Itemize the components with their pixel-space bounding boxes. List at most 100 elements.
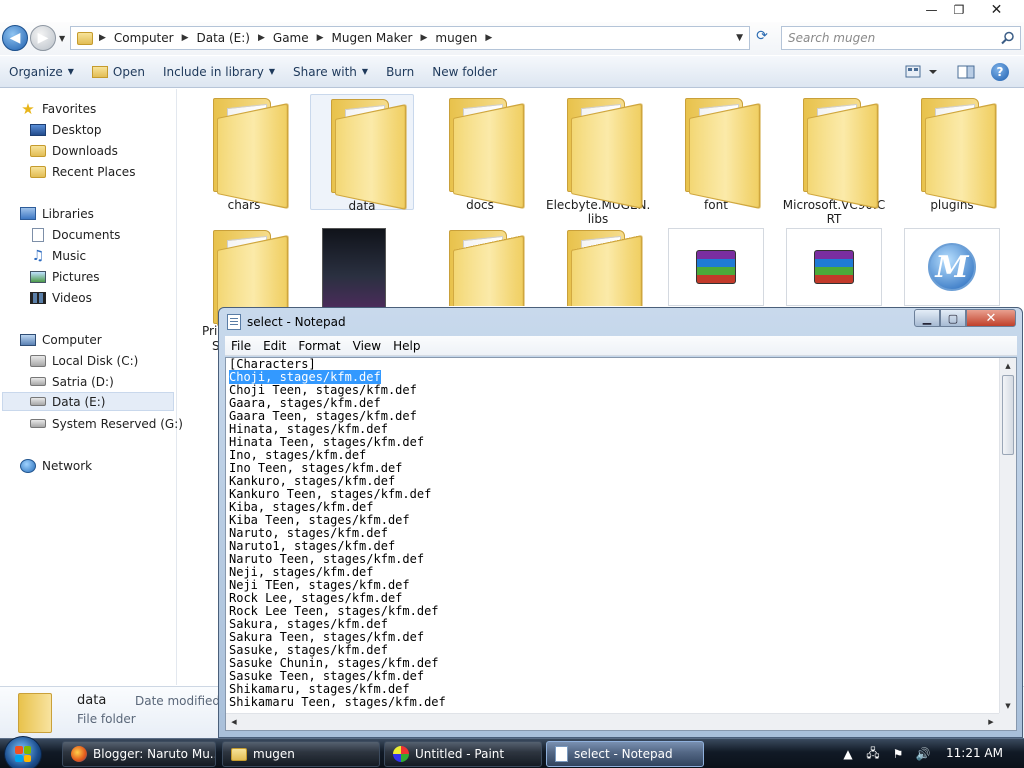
preview-pane-button[interactable] xyxy=(956,62,976,82)
notepad-text[interactable]: [Characters] Choji, stages/kfm.def Choji T… xyxy=(229,358,446,709)
notepad-maximize-button[interactable]: ▢ xyxy=(940,309,966,327)
folder-docs[interactable]: docs xyxy=(428,94,532,212)
breadcrumb-mugen-maker[interactable]: Mugen Maker xyxy=(332,31,413,45)
folder-plugins[interactable]: plugins xyxy=(900,94,1004,212)
scroll-left-icon[interactable]: ◀ xyxy=(226,714,242,730)
taskbar-button-blogger[interactable]: Blogger: Naruto Mu... xyxy=(62,741,216,767)
folder-chars[interactable]: chars xyxy=(192,94,296,212)
menu-file[interactable]: File xyxy=(225,339,257,353)
breadcrumb-data-e[interactable]: Data (E:) xyxy=(197,31,250,45)
nav-satria-d[interactable]: Satria (D:) xyxy=(30,372,114,391)
chevron-right-icon[interactable]: ▶ xyxy=(485,33,492,43)
notepad-titlebar[interactable]: select - Notepad xyxy=(227,312,346,332)
nav-downloads[interactable]: Downloads xyxy=(30,141,118,160)
start-button[interactable] xyxy=(4,736,42,768)
mugen-exe[interactable]: M xyxy=(904,228,1000,306)
scroll-down-icon[interactable]: ▼ xyxy=(1000,698,1016,714)
clock[interactable]: 11:21 AM xyxy=(946,746,1003,760)
breadcrumb-game[interactable]: Game xyxy=(273,31,309,45)
folder-data[interactable]: data xyxy=(310,94,414,213)
menu-format[interactable]: Format xyxy=(292,339,346,353)
rar-archive-2[interactable] xyxy=(786,228,882,306)
share-with-button[interactable]: Share with ▼ xyxy=(284,56,377,88)
folder-partial-label-1: Pri xyxy=(202,324,218,338)
nav-music[interactable]: ♫ Music xyxy=(30,246,86,265)
nav-pictures[interactable]: Pictures xyxy=(30,267,100,286)
size-grip[interactable] xyxy=(999,713,1016,730)
burn-button[interactable]: Burn xyxy=(377,56,423,88)
chevron-right-icon[interactable]: ▶ xyxy=(182,33,189,43)
folder-elecbyte-mugen-libs[interactable]: Elecbyte.MUGEN. libs xyxy=(546,94,650,226)
menu-view[interactable]: View xyxy=(347,339,387,353)
nav-network[interactable]: Network xyxy=(20,456,92,475)
nav-libraries[interactable]: Libraries xyxy=(20,204,94,223)
text-line-content: Choji Teen, stages/kfm.def xyxy=(229,383,417,397)
drive-icon xyxy=(30,377,46,386)
explorer-titlebar[interactable]: — ❐ ✕ xyxy=(0,0,1024,22)
windows-drive-icon xyxy=(30,354,46,367)
chevron-right-icon[interactable]: ▶ xyxy=(317,33,324,43)
nav-system-reserved-g[interactable]: System Reserved (G:) xyxy=(30,414,183,433)
nav-favorites[interactable]: ★ Favorites xyxy=(20,99,96,118)
explorer-minimize-button[interactable]: — xyxy=(918,0,945,19)
nav-data-e[interactable]: Data (E:) xyxy=(2,392,174,411)
explorer-close-button[interactable]: ✕ xyxy=(973,0,1020,19)
change-view-button[interactable] xyxy=(902,62,942,82)
recent-pages-dropdown[interactable]: ▼ xyxy=(59,34,65,43)
show-hidden-icons-icon[interactable]: ▲ xyxy=(840,746,856,762)
text-line-content: Sasuke Teen, stages/kfm.def xyxy=(229,669,425,683)
taskbar-button-mugen[interactable]: mugen xyxy=(222,741,380,767)
network-tray-icon[interactable]: 🖧 xyxy=(865,746,881,762)
chevron-right-icon[interactable]: ▶ xyxy=(258,33,265,43)
scroll-right-icon[interactable]: ▶ xyxy=(983,714,999,730)
menu-help[interactable]: Help xyxy=(387,339,426,353)
breadcrumb-mugen[interactable]: mugen xyxy=(435,31,477,45)
help-button[interactable]: ? xyxy=(990,62,1010,82)
rar-archive-1[interactable] xyxy=(668,228,764,306)
folder-partial-4[interactable] xyxy=(546,226,650,306)
folder-partial-3[interactable] xyxy=(428,226,532,306)
refresh-button[interactable]: ⟳ xyxy=(752,28,772,48)
notepad-text-area[interactable]: [Characters] Choji, stages/kfm.def Choji T… xyxy=(225,357,1017,731)
vertical-scrollbar[interactable]: ▲ ▼ xyxy=(999,358,1016,714)
menu-edit[interactable]: Edit xyxy=(257,339,292,353)
chevron-right-icon[interactable]: ▶ xyxy=(420,33,427,43)
volume-icon[interactable]: 🔊 xyxy=(915,746,931,762)
back-button[interactable]: ◀ xyxy=(2,25,28,51)
nav-recent-places[interactable]: Recent Places xyxy=(30,162,135,181)
forward-button[interactable]: ▶ xyxy=(30,25,56,51)
image-thumbnail[interactable] xyxy=(322,228,386,308)
nav-local-disk-c[interactable]: Local Disk (C:) xyxy=(30,351,138,370)
folder-microsoft-vc90-crt[interactable]: Microsoft.VC90.C RT xyxy=(782,94,886,226)
explorer-maximize-button[interactable]: ❐ xyxy=(946,0,972,19)
horizontal-scrollbar[interactable]: ◀ ▶ xyxy=(226,713,999,730)
breadcrumb-computer[interactable]: Computer xyxy=(114,31,174,45)
open-button[interactable]: Open xyxy=(83,56,154,88)
notepad-close-button[interactable]: ✕ xyxy=(966,309,1016,327)
scroll-up-icon[interactable]: ▲ xyxy=(1000,358,1016,374)
network-icon xyxy=(20,458,36,473)
search-icon[interactable] xyxy=(1001,31,1015,45)
include-in-library-button[interactable]: Include in library ▼ xyxy=(154,56,284,88)
taskbar-label: Untitled - Paint xyxy=(415,747,505,761)
text-line[interactable]: Shikamaru Teen, stages/kfm.def xyxy=(229,696,446,709)
nav-documents[interactable]: Documents xyxy=(30,225,120,244)
nav-desktop[interactable]: Desktop xyxy=(30,120,102,139)
folder-font[interactable]: font xyxy=(664,94,768,212)
organize-button[interactable]: Organize ▼ xyxy=(0,56,83,88)
new-folder-button[interactable]: New folder xyxy=(423,56,506,88)
text-line-content: Hinata, stages/kfm.def xyxy=(229,422,388,436)
taskbar-button-notepad[interactable]: select - Notepad xyxy=(546,741,704,767)
nav-videos[interactable]: Videos xyxy=(30,288,92,307)
vertical-scroll-thumb[interactable] xyxy=(1002,375,1014,455)
search-input[interactable] xyxy=(788,31,998,45)
address-dropdown-icon[interactable]: ▼ xyxy=(736,33,743,43)
taskbar-button-paint[interactable]: Untitled - Paint xyxy=(384,741,542,767)
notepad-minimize-button[interactable]: ▁ xyxy=(914,309,940,327)
chevron-right-icon[interactable]: ▶ xyxy=(99,33,106,43)
address-bar[interactable]: ▶ Computer ▶ Data (E:) ▶ Game ▶ Mugen Ma… xyxy=(70,26,750,50)
search-box[interactable] xyxy=(781,26,1021,50)
nav-computer[interactable]: Computer xyxy=(20,330,102,349)
nav-label: Satria (D:) xyxy=(52,374,114,389)
action-center-flag-icon[interactable]: ⚑ xyxy=(890,746,906,762)
